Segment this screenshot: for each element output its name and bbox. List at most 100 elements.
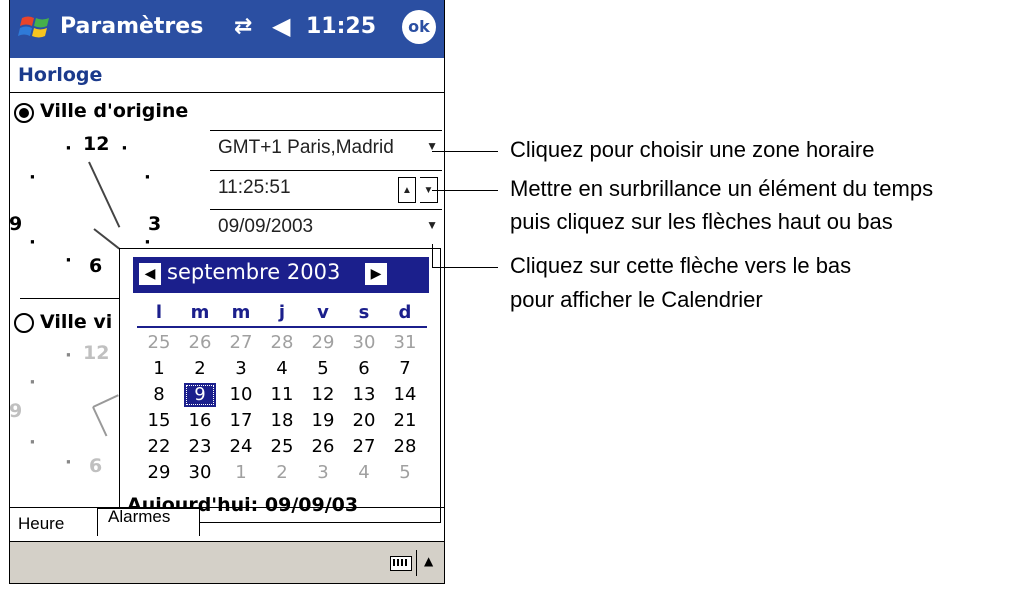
- time-field[interactable]: 11:25:51 ▲ ▼: [210, 170, 442, 205]
- callout-line: [432, 190, 498, 191]
- calendar-day[interactable]: 30: [348, 331, 380, 355]
- calendar-day[interactable]: 7: [389, 357, 421, 381]
- visiting-city-label[interactable]: Ville vi: [40, 311, 112, 333]
- calendar-day[interactable]: 28: [266, 331, 298, 355]
- calendar-day[interactable]: 2: [266, 461, 298, 485]
- calendar-popup: ◀ septembre 2003 ▶ lmmjvsd 25 26 27 28 29 30 3…: [119, 248, 441, 523]
- connectivity-icon[interactable]: ⇄: [234, 14, 252, 39]
- up-arrow-icon[interactable]: ▲: [424, 554, 433, 568]
- weekday-header: l: [155, 302, 163, 323]
- clock-hand: [93, 228, 120, 250]
- calendar-day[interactable]: 5: [389, 461, 421, 485]
- calendar-day[interactable]: 11: [266, 383, 298, 407]
- date-picker[interactable]: 09/09/2003 ▼: [210, 209, 442, 244]
- weekday-header: v: [317, 302, 329, 323]
- calendar-day[interactable]: 2: [184, 357, 216, 381]
- clock-hand: [92, 406, 108, 437]
- clock-dot: ·: [65, 452, 72, 473]
- calendar-day[interactable]: 10: [225, 383, 257, 407]
- callout-date-line2: pour afficher le Calendrier: [510, 287, 763, 312]
- tab-heure[interactable]: Heure: [10, 508, 98, 536]
- callout-date-line1: Cliquez sur cette flèche vers le bas: [510, 253, 852, 278]
- spin-up-button[interactable]: ▲: [398, 177, 416, 203]
- calendar-day[interactable]: 3: [307, 461, 339, 485]
- calendar-day[interactable]: 14: [389, 383, 421, 407]
- ok-button[interactable]: ok: [402, 10, 436, 44]
- divider: [416, 550, 417, 576]
- next-month-button[interactable]: ▶: [365, 263, 387, 285]
- callout-time-line2: puis cliquez sur les flèches haut ou bas: [510, 209, 893, 234]
- weekday-header: m: [190, 302, 210, 323]
- weekday-header: d: [398, 302, 412, 323]
- pocketpc-screen: Paramètres ⇄ ◀︎ 11:25 ok Horloge Ville d…: [9, 0, 445, 584]
- calendar-day[interactable]: 25: [266, 435, 298, 459]
- calendar-day[interactable]: 3: [225, 357, 257, 381]
- keyboard-icon[interactable]: [390, 556, 412, 571]
- calendar-day[interactable]: 27: [225, 331, 257, 355]
- titlebar-clock[interactable]: 11:25: [306, 14, 376, 39]
- divider: [10, 92, 444, 93]
- weekday-header: j: [278, 302, 286, 323]
- home-city-label[interactable]: Ville d'origine: [40, 100, 188, 122]
- weekday-header: s: [358, 302, 370, 323]
- calendar-day[interactable]: 18: [266, 409, 298, 433]
- speaker-icon[interactable]: ◀︎: [272, 12, 290, 40]
- calendar-day[interactable]: 26: [184, 331, 216, 355]
- calendar-day[interactable]: 31: [389, 331, 421, 355]
- callout-line: [432, 244, 433, 267]
- visiting-city-radio[interactable]: [14, 313, 34, 333]
- calendar-day[interactable]: 29: [143, 461, 175, 485]
- calendar-day[interactable]: 5: [307, 357, 339, 381]
- clock-dot: ·: [65, 138, 72, 159]
- calendar-day[interactable]: 8: [143, 383, 175, 407]
- calendar-day[interactable]: 4: [266, 357, 298, 381]
- calendar-day[interactable]: 15: [143, 409, 175, 433]
- calendar-day[interactable]: 1: [225, 461, 257, 485]
- calendar-day[interactable]: 17: [225, 409, 257, 433]
- app-title: Paramètres: [60, 14, 204, 39]
- clock-dot: ·: [121, 138, 128, 159]
- callout-line: [432, 151, 498, 152]
- calendar-day[interactable]: 24: [225, 435, 257, 459]
- divider: [20, 298, 128, 299]
- calendar-day[interactable]: 27: [348, 435, 380, 459]
- home-city-radio[interactable]: [14, 103, 34, 123]
- clock-number-12: 12: [83, 342, 110, 364]
- calendar-header: ◀ septembre 2003 ▶: [133, 257, 429, 293]
- clock-dot: ·: [29, 432, 36, 453]
- calendar-day[interactable]: 22: [143, 435, 175, 459]
- calendar-day[interactable]: 1: [143, 357, 175, 381]
- windows-start-icon[interactable]: [18, 10, 52, 44]
- tab-alarmes[interactable]: Alarmes: [98, 507, 200, 536]
- calendar-day[interactable]: 16: [184, 409, 216, 433]
- clock-number-12: 12: [83, 133, 110, 155]
- calendar-day[interactable]: 28: [389, 435, 421, 459]
- calendar-day[interactable]: 21: [389, 409, 421, 433]
- page-title: Horloge: [18, 64, 103, 86]
- timezone-select[interactable]: GMT+1 Paris,Madrid ▼: [210, 130, 442, 165]
- clock-number-6: 6: [89, 455, 103, 477]
- clock-number-9: 9: [9, 400, 23, 422]
- callout-line: [432, 267, 498, 268]
- calendar-day[interactable]: 30: [184, 461, 216, 485]
- dropdown-arrow-icon[interactable]: ▼: [426, 218, 438, 232]
- calendar-day[interactable]: 23: [184, 435, 216, 459]
- calendar-day[interactable]: 29: [307, 331, 339, 355]
- calendar-day-selected[interactable]: 9: [184, 383, 216, 407]
- month-label[interactable]: septembre 2003: [167, 260, 340, 284]
- calendar-day[interactable]: 19: [307, 409, 339, 433]
- calendar-day[interactable]: 13: [348, 383, 380, 407]
- previous-month-button[interactable]: ◀: [139, 263, 161, 285]
- calendar-day[interactable]: 25: [143, 331, 175, 355]
- calendar-day[interactable]: 6: [348, 357, 380, 381]
- calendar-day[interactable]: 26: [307, 435, 339, 459]
- calendar-day[interactable]: 20: [348, 409, 380, 433]
- clock-hand: [92, 394, 119, 408]
- clock-dot: ·: [144, 167, 151, 188]
- clock-number-9: 9: [9, 213, 23, 235]
- calendar-day[interactable]: 12: [307, 383, 339, 407]
- clock-dot: ·: [65, 250, 72, 271]
- clock-hand: [88, 161, 121, 228]
- clock-dot: ·: [65, 345, 72, 366]
- calendar-day[interactable]: 4: [348, 461, 380, 485]
